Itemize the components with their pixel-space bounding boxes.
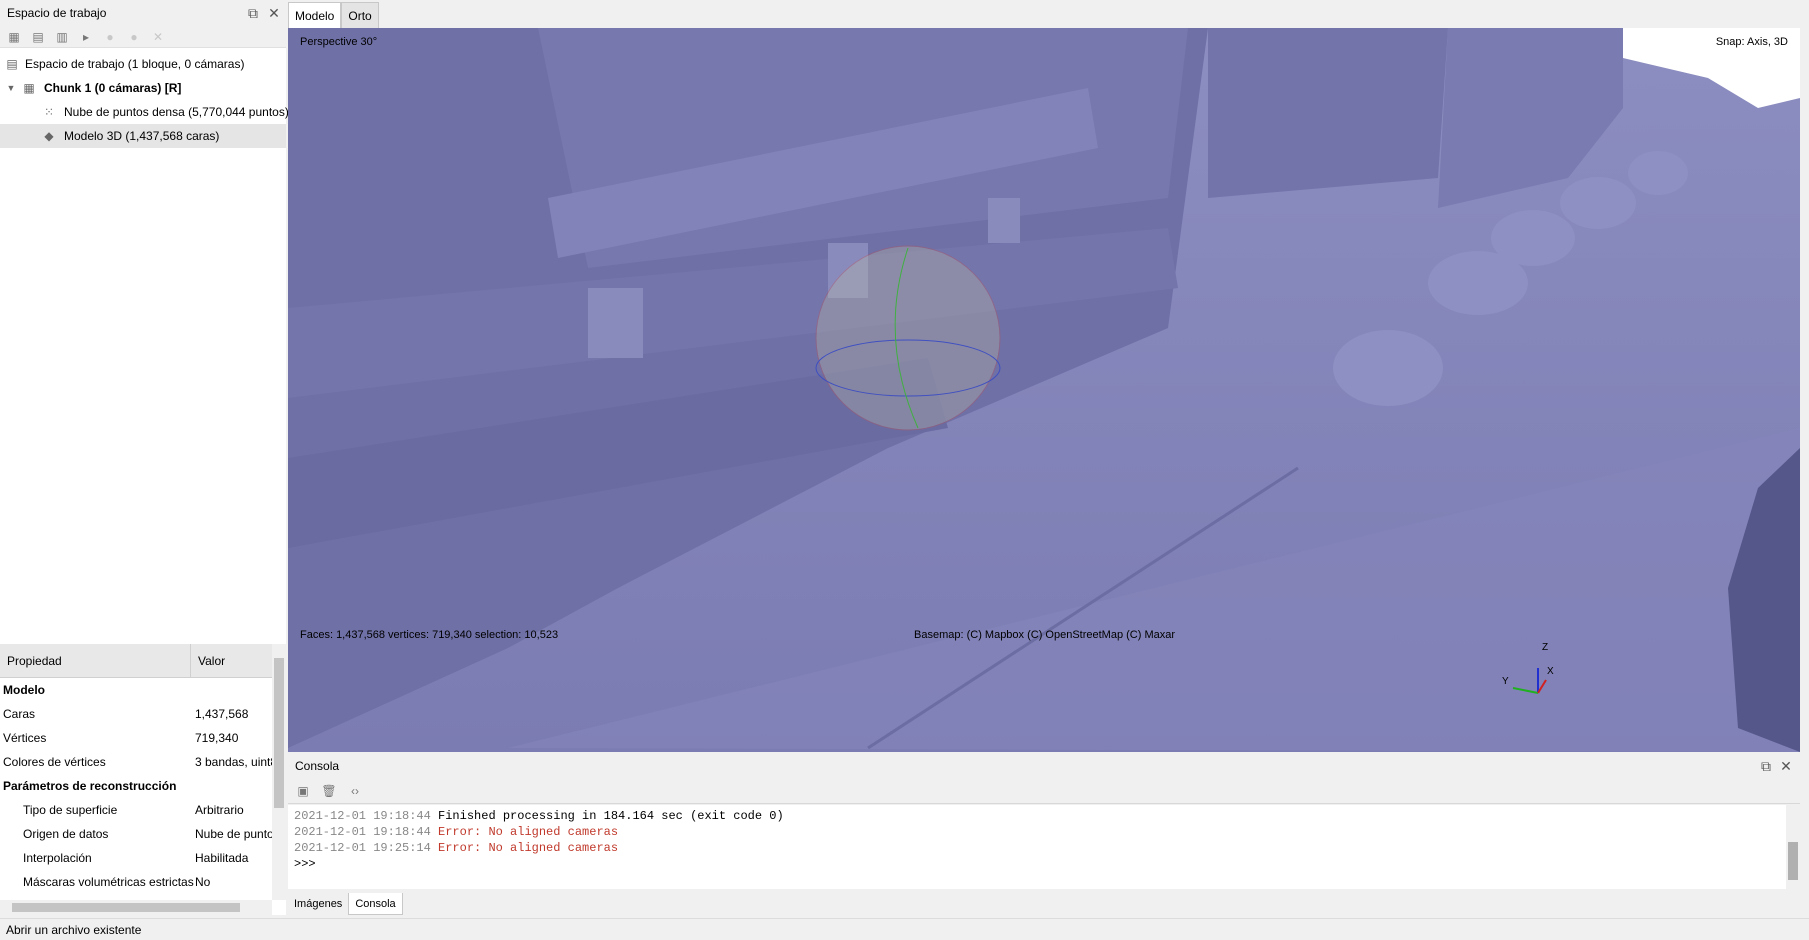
tree-item-dense-cloud[interactable]: ⁙ Nube de puntos densa (5,770,044 puntos…: [0, 100, 289, 124]
property-value: Habilitada: [195, 851, 249, 865]
console-scrollbar[interactable]: [1786, 805, 1800, 889]
section-row: Parámetros de reconstrucción: [0, 774, 286, 798]
float-panel-icon[interactable]: ⧉: [1758, 758, 1774, 774]
property-key: Colores de vértices: [3, 755, 106, 769]
property-key: Tipo de superficie: [23, 803, 118, 817]
tab-ortho[interactable]: Orto: [341, 2, 379, 28]
property-row[interactable]: Caras 1,437,568: [0, 702, 286, 726]
disable-icon[interactable]: ●: [126, 29, 142, 45]
scrollbar-thumb[interactable]: [274, 658, 284, 808]
log-timestamp: 2021-12-01 19:18:44: [294, 825, 431, 839]
property-row[interactable]: Interpolación Habilitada: [0, 846, 286, 870]
workspace-title: Espacio de trabajo: [7, 6, 107, 20]
projection-label: Perspective 30°: [300, 36, 378, 48]
chevron-down-icon[interactable]: ▼: [4, 81, 18, 95]
close-icon[interactable]: ✕: [1778, 758, 1794, 774]
dense-cloud-icon: ⁙: [43, 105, 55, 119]
property-row[interactable]: Tipo de superficie Arbitrario: [0, 798, 286, 822]
section-row: Modelo: [0, 678, 286, 702]
mesh-stats: Faces: 1,437,568 vertices: 719,340 selec…: [300, 629, 559, 641]
log-message: Error: No aligned cameras: [438, 841, 619, 855]
basemap-attribution: Basemap: (C) Mapbox (C) OpenStreetMap (C…: [914, 629, 1176, 641]
workspace-icon: ▤: [6, 57, 18, 71]
console-line: 2021-12-01 19:18:44 Error: No aligned ca…: [294, 824, 1780, 840]
float-panel-icon[interactable]: ⧉: [245, 5, 261, 21]
tree-item-chunk[interactable]: ▼ ▦ Chunk 1 (0 cámaras) [R]: [0, 76, 286, 100]
axis-label-x: X: [1547, 666, 1554, 677]
snap-label: Snap: Axis, 3D: [1715, 36, 1788, 48]
log-message: Finished processing in 184.164 sec (exit…: [438, 809, 784, 823]
property-row[interactable]: Máscaras volumétricas estrictas No: [0, 870, 286, 894]
workspace-tree: ▤ Espacio de trabajo (1 bloque, 0 cámara…: [0, 48, 289, 148]
add-folder-icon[interactable]: ▥: [54, 29, 70, 45]
app-window: Espacio de trabajo ⧉ ✕ ▦ ▤ ▥ ▸ ● ● ✕ ▤ E…: [0, 0, 1809, 940]
log-timestamp: 2021-12-01 19:18:44: [294, 809, 431, 823]
tree-item-label: Modelo 3D (1,437,568 caras): [64, 129, 220, 143]
workspace-toolbar: ▦ ▤ ▥ ▸ ● ● ✕: [0, 26, 286, 48]
model-icon: ◆: [44, 129, 54, 143]
property-value: 1,437,568: [195, 707, 249, 721]
model-viewport[interactable]: Perspective 30° Snap: Axis, 3D Faces: 1,…: [288, 28, 1800, 752]
section-label: Modelo: [3, 683, 45, 697]
add-chunk-icon[interactable]: ▦: [6, 29, 22, 45]
property-row[interactable]: Origen de datos Nube de puntos densa: [0, 822, 286, 846]
run-script-icon[interactable]: ‹›: [347, 783, 363, 799]
tab-model[interactable]: Modelo: [288, 2, 342, 28]
console-output[interactable]: 2021-12-01 19:18:44 Finished processing …: [288, 805, 1786, 889]
chunk-icon: ▦: [23, 81, 35, 95]
property-row[interactable]: Vértices 719,340: [0, 726, 286, 750]
tab-console[interactable]: Consola: [348, 893, 403, 915]
scrollbar-thumb[interactable]: [1788, 842, 1798, 880]
console-panel: Consola ⧉ ✕ ▣ 🗑 ‹› 2021-12-01 19:18:44 F…: [288, 754, 1800, 914]
properties-horizontal-scrollbar[interactable]: [0, 900, 272, 915]
add-photos-icon[interactable]: ▤: [30, 29, 46, 45]
axis-label-z: Z: [1542, 642, 1549, 653]
property-key: Vértices: [3, 731, 47, 745]
add-marker-icon[interactable]: ▸: [78, 29, 94, 45]
bottom-tabs: Imágenes Consola: [288, 893, 403, 915]
tree-item-model[interactable]: ◆ Modelo 3D (1,437,568 caras): [0, 124, 286, 148]
log-timestamp: 2021-12-01 19:25:14: [294, 841, 431, 855]
tab-images[interactable]: Imágenes: [288, 893, 348, 915]
property-value: No: [195, 875, 211, 889]
remove-icon[interactable]: ✕: [150, 29, 166, 45]
console-line: 2021-12-01 19:25:14 Error: No aligned ca…: [294, 840, 1780, 856]
property-key: Máscaras volumétricas estrictas: [23, 875, 194, 889]
console-title: Consola: [295, 759, 340, 773]
status-bar: Abrir un archivo existente: [0, 918, 1809, 940]
enable-icon[interactable]: ●: [102, 29, 118, 45]
log-message: Error: No aligned cameras: [438, 825, 619, 839]
property-key: Interpolación: [23, 851, 92, 865]
tree-item-workspace[interactable]: ▤ Espacio de trabajo (1 bloque, 0 cámara…: [0, 52, 286, 76]
workspace-title-bar: Espacio de trabajo ⧉ ✕: [0, 0, 286, 26]
save-log-icon[interactable]: ▣: [295, 783, 311, 799]
console-line: 2021-12-01 19:18:44 Finished processing …: [294, 808, 1780, 824]
property-value: Arbitrario: [195, 803, 244, 817]
property-key: Caras: [3, 707, 36, 721]
property-value: 3 bandas, uint8: [195, 755, 273, 769]
right-dock-edge: [1800, 0, 1809, 940]
properties-header: Propiedad Valor: [0, 644, 286, 678]
close-icon[interactable]: ✕: [266, 5, 282, 21]
tree-item-label: Nube de puntos densa (5,770,044 puntos): [64, 105, 289, 119]
property-value: 719,340: [195, 731, 239, 745]
properties-vertical-scrollbar[interactable]: [272, 644, 286, 900]
view-tabs: Modelo Orto: [288, 2, 379, 28]
tree-item-label: Chunk 1 (0 cámaras) [R]: [44, 81, 182, 95]
section-label: Parámetros de reconstrucción: [3, 779, 177, 793]
scrollbar-thumb[interactable]: [12, 903, 240, 912]
column-header-property[interactable]: Propiedad: [0, 644, 191, 677]
axis-label-y: Y: [1502, 676, 1509, 687]
clear-log-icon[interactable]: 🗑: [321, 783, 337, 799]
tree-item-label: Espacio de trabajo (1 bloque, 0 cámaras): [25, 57, 245, 71]
console-toolbar: ▣ 🗑 ‹›: [288, 778, 1800, 804]
property-key: Origen de datos: [23, 827, 109, 841]
property-row[interactable]: Colores de vértices 3 bandas, uint8: [0, 750, 286, 774]
console-prompt[interactable]: >>>: [294, 856, 1780, 872]
properties-panel: Propiedad Valor Modelo Caras 1,437,568 Vé…: [0, 644, 286, 900]
property-value: Nube de puntos densa: [195, 827, 273, 841]
console-title-bar: Consola ⧉ ✕: [288, 754, 1800, 778]
mesh-render: [288, 28, 1800, 752]
column-header-value[interactable]: Valor: [191, 644, 225, 677]
